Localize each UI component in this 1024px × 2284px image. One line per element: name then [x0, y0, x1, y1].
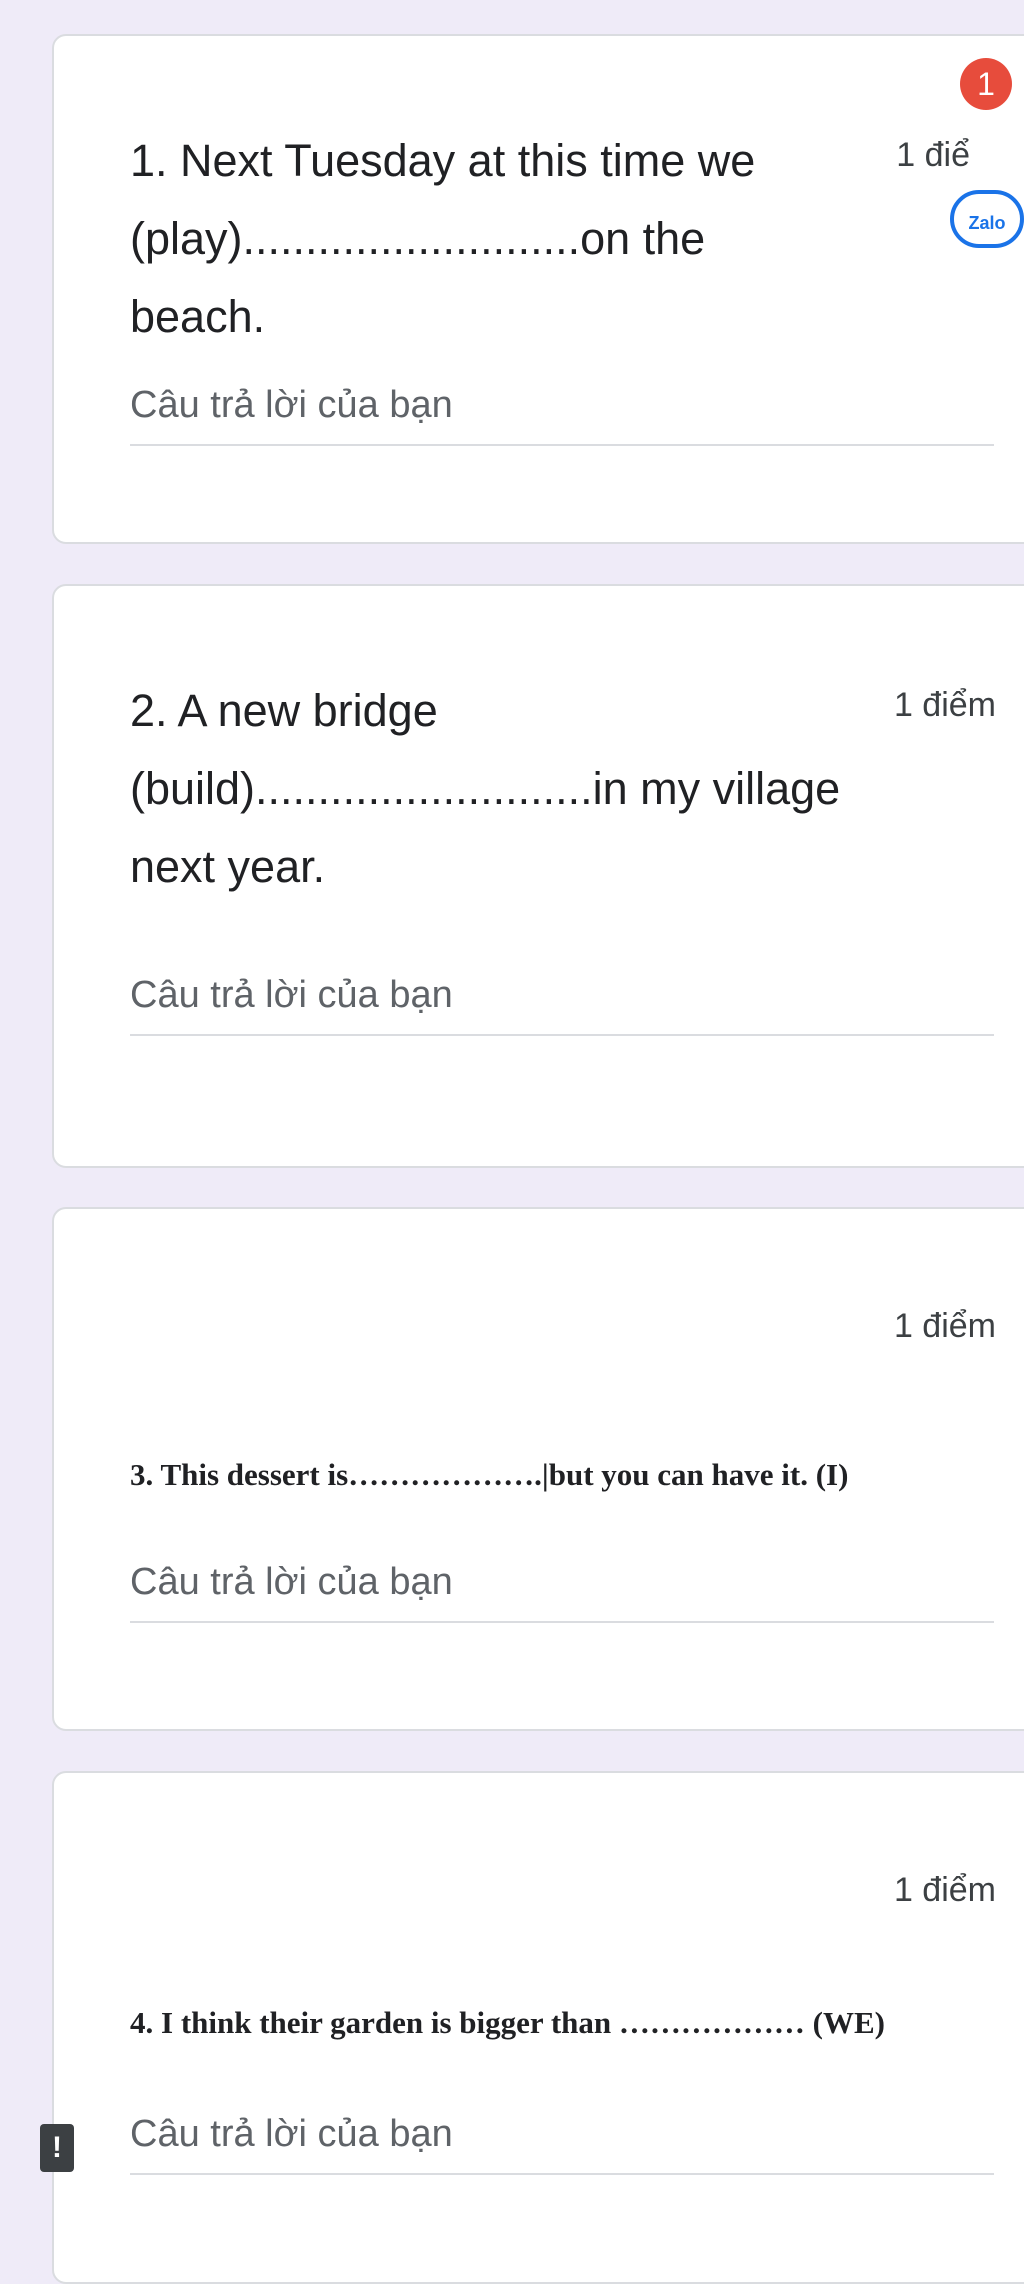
question-points: 1 điểm: [893, 1871, 996, 1909]
question-card-4: 1 điểm 4. I think their garden is bigger…: [52, 1771, 1024, 2284]
question-points: 1 điểm: [893, 1307, 996, 1345]
answer-input[interactable]: [130, 962, 994, 1036]
question-card-1: 1. Next Tuesday at this time we (play)..…: [52, 34, 1024, 544]
question-text: 4. I think their garden is bigger than ……: [130, 2005, 885, 2040]
question-text: 1. Next Tuesday at this time we (play)..…: [130, 135, 756, 342]
question-card-2: 2. A new bridge (build).................…: [52, 584, 1024, 1168]
question-text: 2. A new bridge (build).................…: [130, 685, 841, 892]
notification-badge[interactable]: 1: [960, 58, 1012, 110]
question-card-3: 1 điểm 3. This dessert is……………….|but you…: [52, 1207, 1024, 1731]
question-points: 1 điể: [896, 136, 970, 174]
zalo-icon[interactable]: Zalo: [950, 190, 1024, 248]
answer-input[interactable]: [130, 1549, 994, 1623]
question-text: 3. This dessert is……………….|but you can ha…: [130, 1457, 849, 1492]
answer-input[interactable]: [130, 2101, 994, 2175]
answer-input[interactable]: [130, 372, 994, 446]
question-points: 1 điểm: [893, 686, 996, 724]
alert-icon[interactable]: !: [40, 2124, 74, 2172]
